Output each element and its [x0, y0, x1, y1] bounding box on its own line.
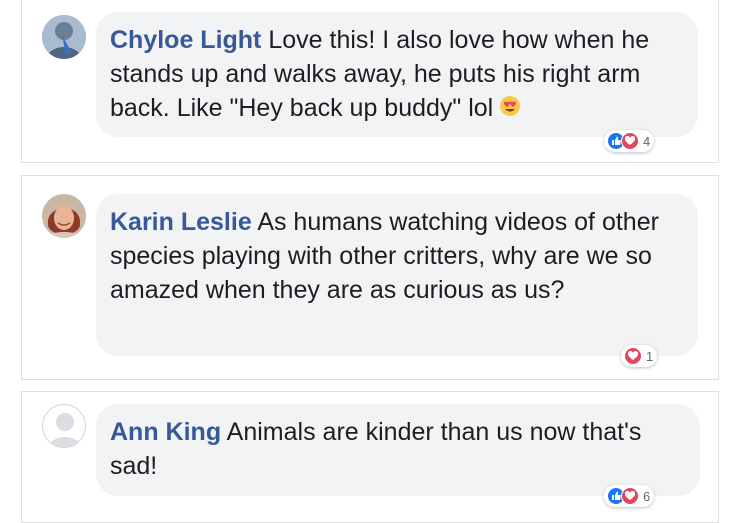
avatar[interactable] [42, 404, 86, 448]
comment-author[interactable]: Chyloe Light [110, 26, 261, 54]
comment-card: Karin Leslie As humans watching videos o… [21, 175, 719, 380]
love-reaction-icon [621, 487, 639, 505]
comment-bubble: Chyloe Light Love this! I also love how … [96, 12, 698, 138]
comment-card: Chyloe Light Love this! I also love how … [21, 0, 719, 163]
reaction-summary[interactable]: 6 [604, 485, 655, 507]
avatar[interactable] [42, 15, 86, 59]
reaction-count: 1 [646, 348, 654, 364]
reaction-summary[interactable]: 4 [604, 130, 655, 152]
comment-bubble: Ann King Animals are kinder than us now … [96, 404, 700, 496]
heart-eyes-emoji-icon [499, 92, 521, 126]
love-reaction-icon [621, 132, 639, 150]
avatar[interactable] [42, 194, 86, 238]
avatar-photo-icon [42, 15, 86, 59]
reaction-summary[interactable]: 1 [621, 345, 658, 367]
comment-author[interactable]: Ann King [110, 418, 221, 446]
reaction-count: 4 [643, 133, 651, 149]
comment-author[interactable]: Karin Leslie [110, 208, 252, 236]
avatar-photo-icon [42, 194, 86, 238]
love-reaction-icon [624, 347, 642, 365]
comment-bubble: Karin Leslie As humans watching videos o… [96, 194, 698, 356]
comment-card: Ann King Animals are kinder than us now … [21, 391, 719, 523]
reaction-count: 6 [643, 488, 651, 504]
default-avatar-icon [43, 405, 85, 447]
